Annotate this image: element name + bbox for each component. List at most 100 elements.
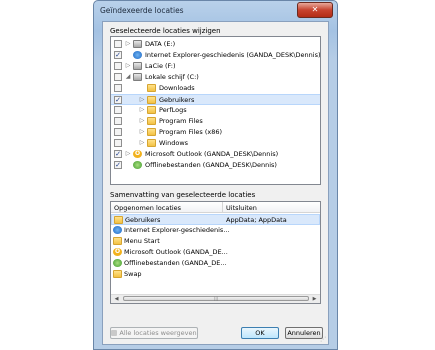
cancel-button[interactable]: Annuleren [285,327,323,339]
folder-icon [147,139,156,147]
tree-item-checkbox[interactable] [114,84,122,92]
header-excluded[interactable]: Uitsluiten [226,204,257,212]
folder-icon [114,216,123,224]
folder-icon [113,270,122,278]
tree-item-label: Downloads [159,84,195,92]
included-location: Microsoft Outlook (GANDA_DE... [124,248,228,256]
tree-item[interactable]: Downloads [111,83,320,94]
summary-label: Samenvatting van geselecteerde locaties [110,191,256,199]
resize-grip-icon[interactable]: ⋰ [320,336,327,343]
tree-item[interactable]: ✓ Internet Explorer-geschiedenis (GANDA_D… [111,50,320,61]
tree-item-checkbox[interactable]: ✓ [114,96,122,104]
change-locations-label: Geselecteerde locaties wijzigen [110,27,221,35]
tree-item-checkbox[interactable] [114,73,122,81]
summary-header: Opgenomen locaties Uitsluiten [111,202,320,213]
included-location: Offlinebestanden (GANDA_DE... [124,259,227,267]
tree-item[interactable]: ▷ Program Files (x86) [111,127,320,138]
expand-toggle-icon[interactable]: ▷ [124,62,132,70]
table-row[interactable]: Swap [111,269,221,280]
tree-item-label: Gebruikers [159,96,195,104]
tree-item[interactable]: ✓ ▷ Gebruikers [111,94,320,105]
tree-item-label: Program Files [159,117,203,125]
locations-tree[interactable]: ▷ DATA (E:) ✓ Internet Explorer-geschiedeni… [110,36,321,185]
expand-toggle-icon[interactable]: ◢ [124,73,132,81]
tree-item-checkbox[interactable]: ✓ [114,161,122,169]
tree-item-label: Lokale schijf (C:) [145,73,199,81]
tree-item-label: PerfLogs [159,106,187,114]
folder-icon [147,84,156,92]
folder-icon [113,237,122,245]
table-row[interactable]: Offlinebestanden (GANDA_DE... [111,258,227,269]
ie-icon [113,226,122,234]
drive-icon [133,40,142,48]
tree-item-label: Windows [159,139,189,147]
expand-toggle-icon[interactable]: ▷ [138,117,146,125]
dialog-window: Geïndexeerde locaties ✕ Geselecteerde lo… [93,0,338,350]
window-title: Geïndexeerde locaties [100,6,184,15]
excluded-locations: AppData; AppData [226,216,287,224]
scroll-left-icon[interactable]: ◀ [112,295,121,303]
tree-item-label: Internet Explorer-geschiedenis (GANDA_DE… [145,51,321,59]
tree-item-label: Offlinebestanden (GANDA_DESK\Dennis) [145,161,277,169]
tree-item-checkbox[interactable] [114,128,122,136]
expand-toggle-icon[interactable]: ▷ [124,40,132,48]
offline-icon [133,161,142,169]
folder-icon [147,106,156,114]
title-bar[interactable]: Geïndexeerde locaties ✕ [94,1,337,20]
tree-item[interactable]: ▷ DATA (E:) [111,39,320,50]
drive-icon [133,73,142,81]
table-row[interactable]: O Microsoft Outlook (GANDA_DE... [111,247,228,258]
tree-item-checkbox[interactable] [114,62,122,70]
scroll-right-icon[interactable]: ▶ [310,295,319,303]
tree-item[interactable]: ✓ Offlinebestanden (GANDA_DESK\Dennis) [111,160,320,171]
tree-item[interactable]: ✓ ▷ O Microsoft Outlook (GANDA_DESK\Dennis) [111,149,320,160]
expand-toggle-icon[interactable]: ▷ [138,139,146,147]
tree-item-checkbox[interactable]: ✓ [114,150,122,158]
tree-item-checkbox[interactable] [114,40,122,48]
tree-item[interactable]: ◢ Lokale schijf (C:) [111,72,320,83]
offline-icon [113,259,122,267]
drive-icon [133,62,142,70]
included-location: Gebruikers [125,216,161,224]
tree-item[interactable]: ▷ Program Files [111,116,320,127]
tree-item[interactable]: ▷ PerfLogs [111,105,320,116]
outlook-icon: O [133,150,142,158]
table-row[interactable]: Gebruikers AppData; AppData [111,214,320,225]
dialog-client: Geselecteerde locaties wijzigen ▷ DATA (E… [102,21,329,345]
tree-item-checkbox[interactable]: ✓ [114,51,122,59]
expand-toggle-icon[interactable]: ▷ [124,150,132,158]
table-row[interactable]: Internet Explorer-geschiedenis... [111,225,230,236]
tree-item-label: Program Files (x86) [159,128,223,136]
tree-item-label: LaCie (F:) [145,62,176,70]
included-location: Internet Explorer-geschiedenis... [124,226,230,234]
expand-toggle-icon[interactable]: ▷ [138,96,146,104]
folder-icon [147,117,156,125]
horizontal-scrollbar[interactable]: ◀ ||| ▶ [111,294,320,303]
folder-icon [147,128,156,136]
tree-item-label: DATA (E:) [145,40,176,48]
folder-icon [147,96,156,104]
expand-toggle-icon[interactable]: ▷ [138,106,146,114]
outlook-icon: O [113,248,122,256]
included-location: Menu Start [124,237,160,245]
tree-item[interactable]: ▷ Windows [111,138,320,149]
summary-list[interactable]: Opgenomen locaties Uitsluiten Gebruikers… [110,201,321,304]
header-included[interactable]: Opgenomen locaties [114,204,181,212]
table-row[interactable]: Menu Start [111,236,221,247]
show-all-locations-button[interactable]: Alle locaties weergeven [110,327,198,339]
ie-icon [133,51,142,59]
tree-item-checkbox[interactable] [114,106,122,114]
tree-item-checkbox[interactable] [114,117,122,125]
tree-item[interactable]: ▷ LaCie (F:) [111,61,320,72]
included-location: Swap [124,270,142,278]
tree-item-checkbox[interactable] [114,139,122,147]
show-all-label: Alle locaties weergeven [119,329,197,337]
expand-toggle-icon[interactable]: ▷ [138,128,146,136]
tree-item-label: Microsoft Outlook (GANDA_DESK\Dennis) [145,150,279,158]
close-button[interactable]: ✕ [297,2,333,18]
shield-icon [111,330,118,336]
scroll-thumb[interactable]: ||| [123,296,309,301]
